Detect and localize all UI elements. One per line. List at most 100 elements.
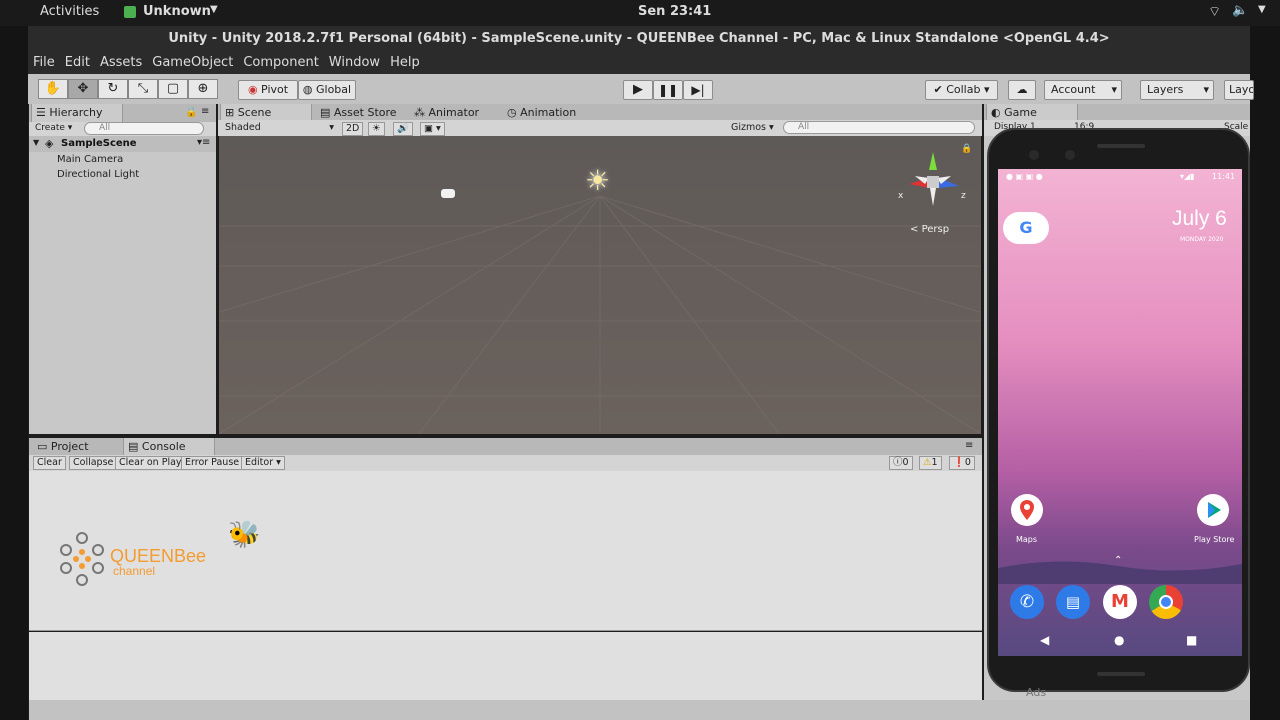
wifi-icon[interactable]: ⌔	[1208, 3, 1221, 21]
directional-light-icon[interactable]: ☀	[585, 164, 610, 197]
grid-icon: ⊞	[225, 106, 235, 119]
perspective-label[interactable]: < Persp	[910, 224, 949, 235]
activities-button[interactable]: Activities	[40, 4, 99, 19]
phone-screen[interactable]: ● ▣ ▣ ● ▾◢▮ 11:41 G July 6 MONDAY 2020 M…	[998, 169, 1242, 656]
create-dropdown[interactable]: Create ▾	[35, 123, 72, 133]
transform-tool-icon[interactable]: ⊕	[188, 79, 218, 99]
collapse-button[interactable]: Collapse	[69, 456, 118, 470]
menu-file[interactable]: File	[28, 52, 60, 74]
folder-icon: ▭	[37, 440, 48, 453]
hierarchy-toolbar: Create ▾ All	[29, 122, 216, 136]
speaker-grille	[1097, 144, 1145, 148]
list-item[interactable]: Main Camera	[29, 152, 216, 167]
globe-icon: ◍	[302, 83, 313, 96]
tab-hierarchy[interactable]: ☰ Hierarchy	[31, 104, 123, 122]
bottom-speaker	[1097, 672, 1145, 676]
effects-icon[interactable]: ▣ ▾	[420, 122, 445, 136]
clock[interactable]: Sen 23:41	[638, 4, 711, 19]
phone-app-icon[interactable]: ✆	[1010, 585, 1044, 619]
scale-tool-icon[interactable]: ⤡	[128, 79, 158, 99]
play-store-icon[interactable]	[1197, 494, 1229, 526]
panel-menu-icon[interactable]: ≡	[201, 106, 209, 117]
menu-window[interactable]: Window	[324, 52, 385, 74]
move-tool-icon[interactable]: ✥	[68, 79, 98, 99]
gmail-app-icon[interactable]: M	[1103, 585, 1137, 619]
pivot-button[interactable]: ◉ Pivot	[238, 80, 298, 100]
rect-tool-icon[interactable]: ▢	[158, 79, 188, 99]
menu-component[interactable]: Component	[238, 52, 323, 74]
gizmos-dropdown[interactable]: Gizmos ▾	[728, 122, 777, 136]
chrome-app-icon[interactable]	[1149, 585, 1183, 619]
cloud-icon[interactable]: ☁	[1008, 80, 1036, 100]
play-store-label: Play Store	[1194, 535, 1235, 544]
app-menu[interactable]: Unknown	[143, 4, 211, 19]
google-search-widget[interactable]: G	[1003, 212, 1049, 244]
scene-view[interactable]: ☀ x z 🔒 < Persp	[219, 136, 981, 434]
maps-app-icon[interactable]	[1011, 494, 1043, 526]
tab-project[interactable]: ▭ Project	[33, 438, 123, 456]
dock-left	[0, 26, 28, 720]
back-icon[interactable]: ◀	[1040, 633, 1049, 647]
list-icon: ☰	[36, 106, 46, 119]
scene-toolbar: Shaded ▾ 2D ☀ 🔊 ▣ ▾ Gizmos ▾ All	[218, 120, 982, 136]
global-button[interactable]: ◍ Global	[298, 80, 356, 100]
warning-filter-button[interactable]: ⚠1	[919, 456, 942, 470]
dock-right	[1250, 26, 1280, 720]
messages-app-icon[interactable]: ▤	[1056, 585, 1090, 619]
recents-icon[interactable]: ■	[1186, 633, 1197, 647]
menu-assets[interactable]: Assets	[95, 52, 147, 74]
pause-button[interactable]: ❚❚	[653, 80, 683, 100]
lighting-icon[interactable]: ☀	[368, 122, 385, 136]
hand-tool-icon[interactable]: ✋	[38, 79, 68, 99]
bottom-tab-row: ▭ Project ▤ Console ≡	[29, 438, 982, 456]
scene-search-input[interactable]: All	[783, 121, 975, 134]
error-filter-button[interactable]: ❗0	[949, 456, 975, 470]
notification-icons: ● ▣ ▣ ●	[1006, 172, 1043, 181]
error-pause-button[interactable]: Error Pause	[181, 456, 244, 470]
panel-menu-icon[interactable]: ≡	[965, 440, 973, 451]
menu-gameobject[interactable]: GameObject	[147, 52, 238, 74]
hills-wallpaper	[998, 561, 1242, 584]
clear-on-play-button[interactable]: Clear on Play	[115, 456, 186, 470]
layers-dropdown[interactable]: Layers ▾	[1140, 80, 1214, 100]
gizmo-axis-x: x	[898, 191, 904, 201]
step-button[interactable]: ▶|	[683, 80, 713, 100]
home-icon[interactable]: ●	[1114, 633, 1124, 647]
camera-lens	[1029, 150, 1039, 160]
chevron-down-icon[interactable]: ▼	[1258, 4, 1266, 15]
logo-dots	[60, 532, 104, 586]
menu-edit[interactable]: Edit	[60, 52, 95, 74]
layout-dropdown[interactable]: Layo	[1224, 80, 1254, 100]
chevron-down-icon[interactable]: ▼	[33, 138, 39, 147]
scene-row[interactable]: ▼ ◈ SampleScene ▾≡	[29, 136, 216, 152]
bee-icon: 🐝	[228, 520, 261, 550]
scene-menu-icon[interactable]: ▾≡	[197, 137, 210, 148]
pivot-icon: ◉	[247, 83, 258, 96]
audio-icon[interactable]: 🔊	[393, 122, 413, 136]
volume-icon[interactable]: 🔈	[1232, 3, 1248, 18]
account-dropdown[interactable]: Account ▾	[1044, 80, 1122, 100]
tab-console[interactable]: ▤ Console	[123, 438, 215, 456]
2d-toggle[interactable]: 2D	[342, 122, 364, 136]
lock-icon[interactable]: 🔒	[185, 107, 197, 118]
shading-dropdown[interactable]: Shaded ▾	[222, 122, 337, 136]
list-item[interactable]: Directional Light	[29, 167, 216, 182]
lock-icon[interactable]: 🔒	[961, 144, 972, 154]
collab-button[interactable]: ✔ Collab ▾	[925, 80, 998, 100]
info-filter-button[interactable]: ⓘ0	[889, 456, 913, 470]
rotate-tool-icon[interactable]: ↻	[98, 79, 128, 99]
wifi-signal-battery-icon: ▾◢▮	[1180, 172, 1195, 181]
play-button[interactable]: ▶	[623, 80, 653, 100]
scene-gizmo[interactable]	[901, 144, 971, 214]
menu-help[interactable]: Help	[385, 52, 425, 74]
animator-icon: ⁂	[414, 106, 425, 119]
editor-dropdown[interactable]: Editor ▾	[241, 456, 285, 470]
game-icon: ◐	[991, 106, 1001, 119]
hierarchy-search-input[interactable]: All	[84, 122, 204, 135]
console-icon: ▤	[128, 440, 139, 453]
camera-icon[interactable]	[441, 189, 455, 198]
ads-label: Ads	[1026, 686, 1047, 699]
clear-button[interactable]: Clear	[33, 456, 66, 470]
date-widget[interactable]: July 6	[1172, 207, 1227, 231]
queenbee-logo: 🐝 QUEENBee channel	[58, 520, 261, 590]
